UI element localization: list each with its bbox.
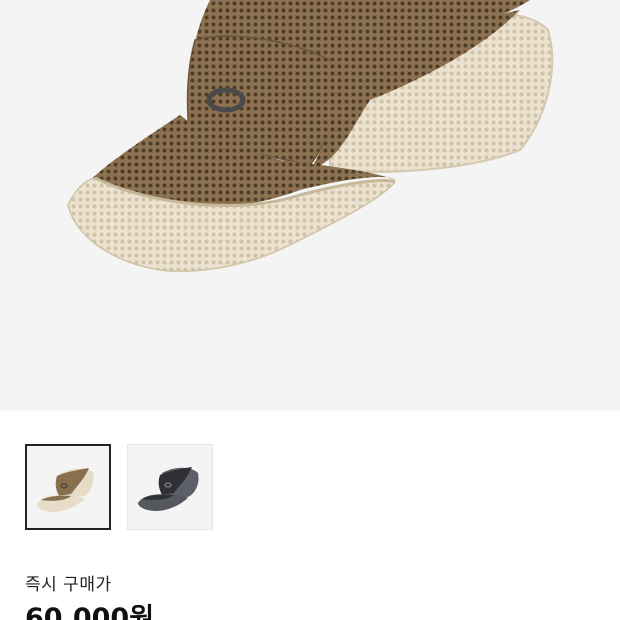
thumbnail-tan-beige-cap[interactable]	[25, 444, 111, 530]
price-label: 즉시 구매가	[25, 575, 112, 595]
cap-illustration	[67, 0, 554, 273]
price-value: 60,000원	[25, 603, 155, 620]
cap-thumbnail-icon	[37, 468, 94, 512]
cap-thumbnail-icon	[138, 467, 199, 511]
thumbnail-charcoal-grey-cap[interactable]	[127, 444, 213, 530]
product-main-image[interactable]	[0, 0, 620, 411]
product-page: 즉시 구매가 60,000원	[0, 0, 620, 620]
